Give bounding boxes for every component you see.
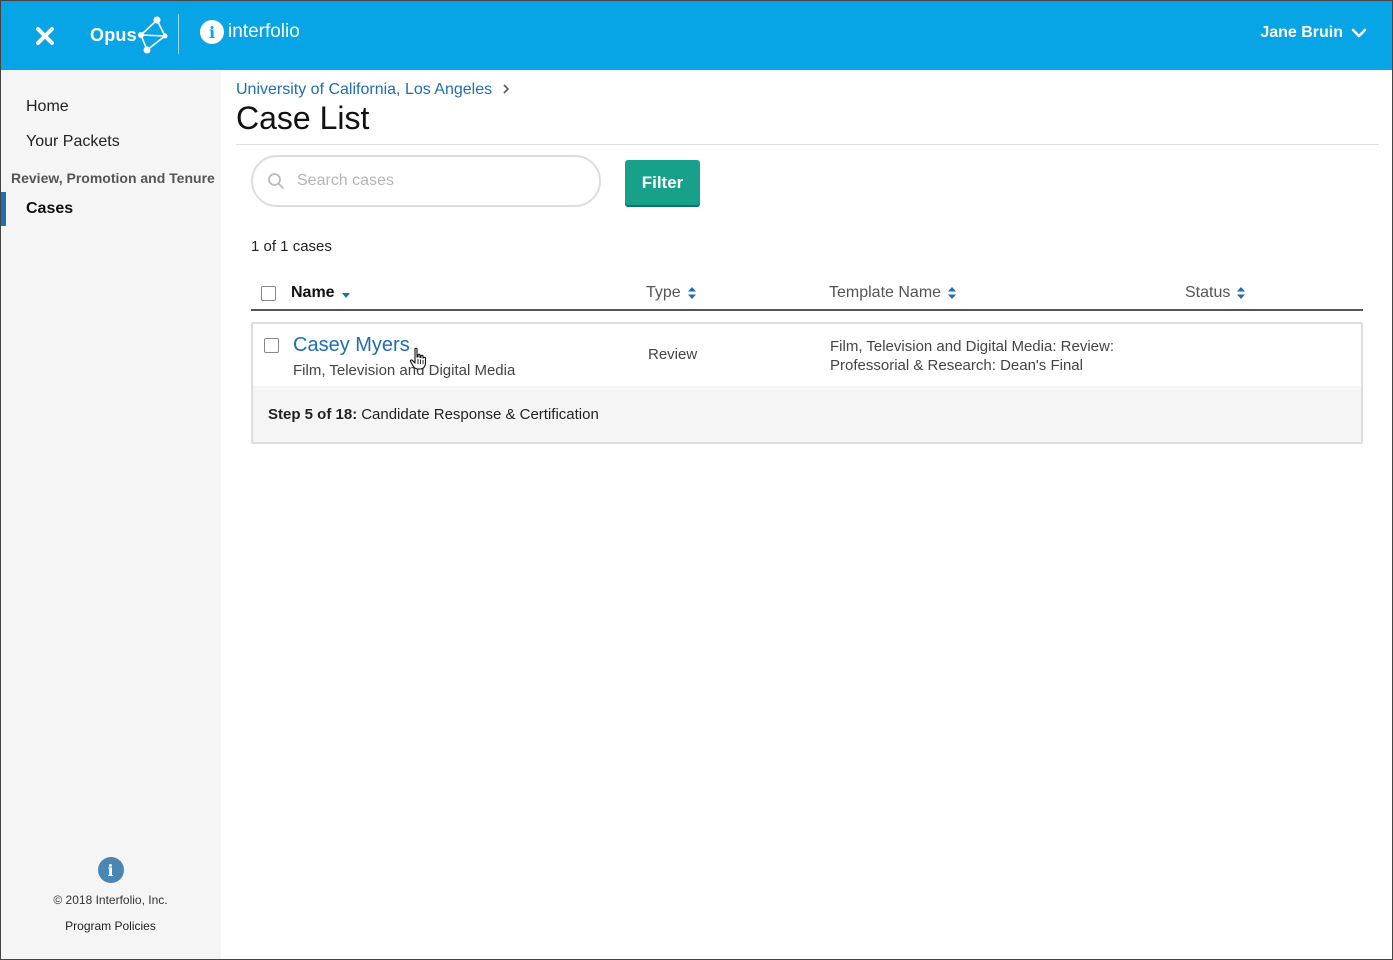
page-title: Case List <box>236 100 370 136</box>
table-header: Name Type Template Name Status <box>251 276 1363 311</box>
case-step-name: Candidate Response & Certification <box>361 405 599 423</box>
search-input[interactable] <box>297 172 577 190</box>
close-button[interactable] <box>30 22 60 50</box>
sort-icon <box>948 287 957 299</box>
column-header-template-name[interactable]: Template Name <box>829 284 957 302</box>
top-bar: Opus i interfolio Jane Bruin <box>0 0 1393 70</box>
sidebar-item-your-packets[interactable]: Your Packets <box>26 133 120 151</box>
chevron-down-icon <box>1351 28 1367 38</box>
sidebar: Home Your Packets Review, Promotion and … <box>0 70 221 960</box>
case-step-label: Step 5 of 18: <box>268 405 358 423</box>
case-type: Review <box>648 346 698 363</box>
breadcrumb-separator <box>502 82 510 98</box>
case-template-name: Film, Television and Digital Media: Revi… <box>830 337 1160 375</box>
copyright-text: © 2018 Interfolio, Inc. <box>53 893 168 907</box>
hand-cursor-icon <box>409 347 427 370</box>
row-checkbox[interactable] <box>264 338 279 353</box>
sidebar-footer: i © 2018 Interfolio, Inc. Program Polici… <box>0 857 221 933</box>
interfolio-logo-text: interfolio <box>228 21 300 42</box>
chevron-right-icon <box>503 84 510 94</box>
info-icon: i <box>97 857 124 883</box>
select-all-checkbox[interactable] <box>261 286 276 301</box>
breadcrumb-institution-link[interactable]: University of California, Los Angeles <box>236 81 492 99</box>
column-header-type-label: Type <box>646 284 681 301</box>
network-nodes-icon <box>137 16 168 54</box>
breadcrumb: University of California, Los Angeles <box>236 81 510 99</box>
case-count: 1 of 1 cases <box>251 238 332 255</box>
title-divider <box>236 144 1379 145</box>
interfolio-logo: i interfolio <box>200 20 300 44</box>
search-icon <box>268 173 284 189</box>
program-policies-link[interactable]: Program Policies <box>0 919 221 933</box>
sort-icon <box>687 287 696 299</box>
filter-button[interactable]: Filter <box>625 160 700 205</box>
column-header-template-label: Template Name <box>829 284 942 301</box>
sidebar-section-heading: Review, Promotion and Tenure <box>11 170 215 186</box>
sidebar-item-home[interactable]: Home <box>26 98 69 116</box>
table-row: Casey Myers Film, Television and Digital… <box>251 322 1363 444</box>
user-menu[interactable]: Jane Bruin <box>1260 24 1367 42</box>
case-department: Film, Television and Digital Media <box>293 362 516 379</box>
column-header-status-label: Status <box>1185 284 1231 301</box>
case-template-line-1: Film, Television and Digital Media: Revi… <box>830 338 1115 355</box>
active-indicator <box>0 192 6 226</box>
case-name-link[interactable]: Casey Myers <box>293 334 410 357</box>
logo-divider <box>178 14 179 54</box>
close-icon <box>36 27 54 45</box>
sort-descending-icon <box>341 293 350 298</box>
column-header-name[interactable]: Name <box>291 284 351 302</box>
user-name: Jane Bruin <box>1260 24 1343 41</box>
opus-logo-text: Opus <box>90 24 137 45</box>
search-box <box>251 155 601 207</box>
column-header-name-label: Name <box>291 284 335 301</box>
column-header-status[interactable]: Status <box>1185 284 1246 302</box>
sidebar-item-cases[interactable]: Cases <box>26 200 73 218</box>
case-step-bar: Step 5 of 18: Candidate Response & Certi… <box>253 386 1361 442</box>
interfolio-info-icon: i <box>200 20 224 44</box>
column-header-type[interactable]: Type <box>646 284 697 302</box>
opus-logo: Opus <box>90 14 171 56</box>
case-template-line-2: Professorial & Research: Dean's Final <box>830 357 1083 374</box>
sort-icon <box>1237 287 1246 299</box>
